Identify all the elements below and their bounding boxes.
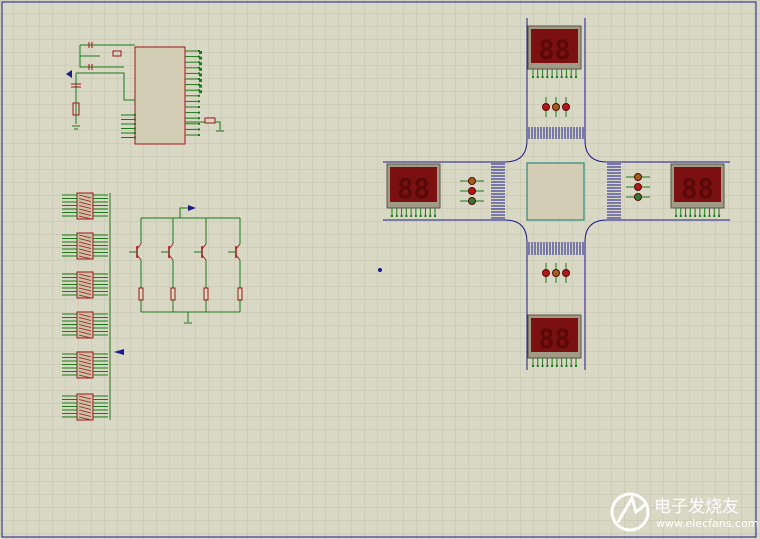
pin-end: [198, 128, 200, 131]
pin-end: [419, 215, 422, 217]
pin-end: [541, 365, 544, 367]
pin-end: [694, 215, 697, 217]
pin-end: [134, 118, 136, 121]
traffic-led: [562, 269, 570, 277]
pin-end: [570, 365, 573, 367]
pin-end: [679, 215, 682, 217]
pin-end: [134, 127, 136, 130]
pin-end: [424, 215, 427, 217]
pin-end: [532, 76, 534, 78]
pin-end: [134, 136, 136, 139]
pin-marker: [199, 67, 202, 71]
microcontroller-chip: [134, 46, 186, 145]
pin-end: [546, 365, 549, 367]
pin-end: [198, 134, 200, 136]
traffic-led: [562, 103, 570, 111]
pin-end: [565, 365, 568, 367]
pin-marker: [199, 79, 202, 82]
pin-end: [410, 215, 413, 217]
pin-end: [703, 215, 706, 217]
pin-end: [546, 76, 549, 78]
traffic-led: [634, 183, 642, 191]
traffic-led: [634, 193, 642, 201]
pin-marker: [199, 62, 202, 66]
pin-end: [536, 76, 539, 78]
pin-end: [391, 215, 393, 217]
pin-end: [675, 215, 677, 217]
pin-end: [570, 76, 573, 78]
pin-end: [555, 76, 558, 78]
traffic-led: [634, 173, 642, 181]
traffic-led: [552, 269, 560, 277]
traffic-led: [542, 103, 550, 111]
pin-end: [198, 122, 200, 125]
pin-end: [684, 215, 687, 217]
pin-end: [400, 215, 403, 217]
pin-end: [541, 76, 544, 78]
pin-end: [198, 111, 200, 114]
pin-end: [198, 94, 200, 97]
display-digits: 88: [538, 35, 570, 66]
pin-end: [718, 215, 720, 217]
intersection-center: [526, 162, 585, 221]
pin-end: [575, 365, 577, 367]
pin-end: [713, 215, 716, 217]
pin-end: [198, 117, 200, 120]
pin-end: [698, 215, 701, 217]
pin-end: [708, 215, 711, 217]
display-digits: 88: [397, 174, 430, 205]
pin-end: [689, 215, 692, 217]
pin-end: [198, 106, 200, 108]
pin-end: [405, 215, 408, 217]
pin-end: [429, 215, 432, 217]
pin-end: [565, 76, 568, 78]
pin-end: [134, 114, 136, 116]
pin-marker: [199, 90, 202, 94]
pin-end: [536, 365, 539, 367]
watermark-site: www.elecfans.com: [656, 517, 758, 530]
pin-end: [551, 76, 554, 78]
pin-end: [434, 215, 436, 217]
display-digits: 88: [538, 324, 570, 355]
probe-point[interactable]: [378, 268, 382, 272]
pin-end: [560, 76, 563, 78]
traffic-led: [468, 177, 476, 185]
schematic-canvas: 88 88 88 88 电子发烧友 www.elecfans.com: [0, 0, 760, 539]
watermark-brand: 电子发烧友: [654, 497, 739, 517]
pin-marker: [199, 84, 202, 88]
pin-end: [551, 365, 554, 367]
pin-end: [555, 365, 558, 367]
pin-end: [134, 132, 136, 134]
pin-end: [560, 365, 563, 367]
pin-end: [575, 76, 577, 78]
display-digits: 88: [681, 174, 714, 205]
traffic-led: [468, 187, 476, 195]
traffic-led: [468, 197, 476, 205]
pin-end: [395, 215, 398, 217]
traffic-led: [552, 103, 560, 111]
pin-end: [532, 365, 534, 367]
pin-end: [414, 215, 417, 217]
pin-end: [198, 100, 200, 103]
pin-marker: [199, 73, 202, 77]
pin-end: [134, 123, 136, 125]
pin-marker: [199, 51, 202, 54]
traffic-led: [542, 269, 550, 277]
pin-marker: [199, 56, 202, 60]
